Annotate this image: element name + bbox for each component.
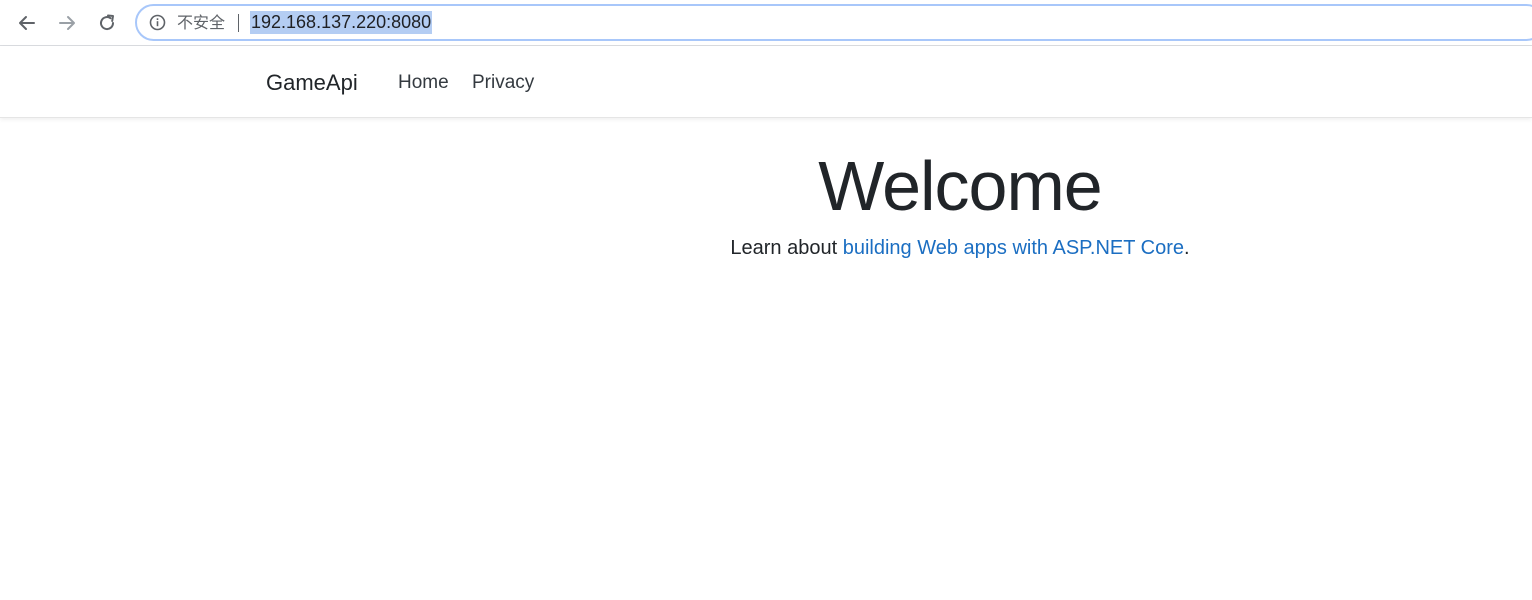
main-content: Welcome Learn about building Web apps wi…	[0, 119, 1532, 600]
reload-button[interactable]	[93, 9, 121, 37]
address-bar[interactable]: 不安全 192.168.137.220:8080	[135, 4, 1532, 41]
url-text[interactable]: 192.168.137.220:8080	[250, 11, 433, 34]
info-icon[interactable]	[149, 14, 166, 31]
security-label[interactable]: 不安全	[177, 12, 225, 34]
reload-icon	[100, 14, 115, 31]
site-navbar: GameApi Home Privacy	[0, 46, 1532, 118]
omnibox-divider	[238, 14, 239, 32]
back-arrow-icon	[19, 16, 35, 30]
navbar-brand[interactable]: GameApi	[266, 69, 358, 97]
nav-link-privacy[interactable]: Privacy	[472, 71, 534, 95]
learn-about-text: Learn about building Web apps with ASP.N…	[0, 235, 1532, 261]
forward-arrow-icon	[59, 16, 75, 30]
aspnet-docs-link[interactable]: building Web apps with ASP.NET Core	[843, 237, 1184, 259]
learn-prefix: Learn about	[730, 237, 843, 259]
forward-button[interactable]	[53, 9, 81, 37]
welcome-heading: Welcome	[818, 147, 1102, 225]
nav-link-home[interactable]: Home	[398, 71, 449, 95]
browser-toolbar: 不安全 192.168.137.220:8080	[0, 0, 1532, 46]
learn-suffix: .	[1184, 237, 1190, 259]
back-button[interactable]	[13, 9, 41, 37]
